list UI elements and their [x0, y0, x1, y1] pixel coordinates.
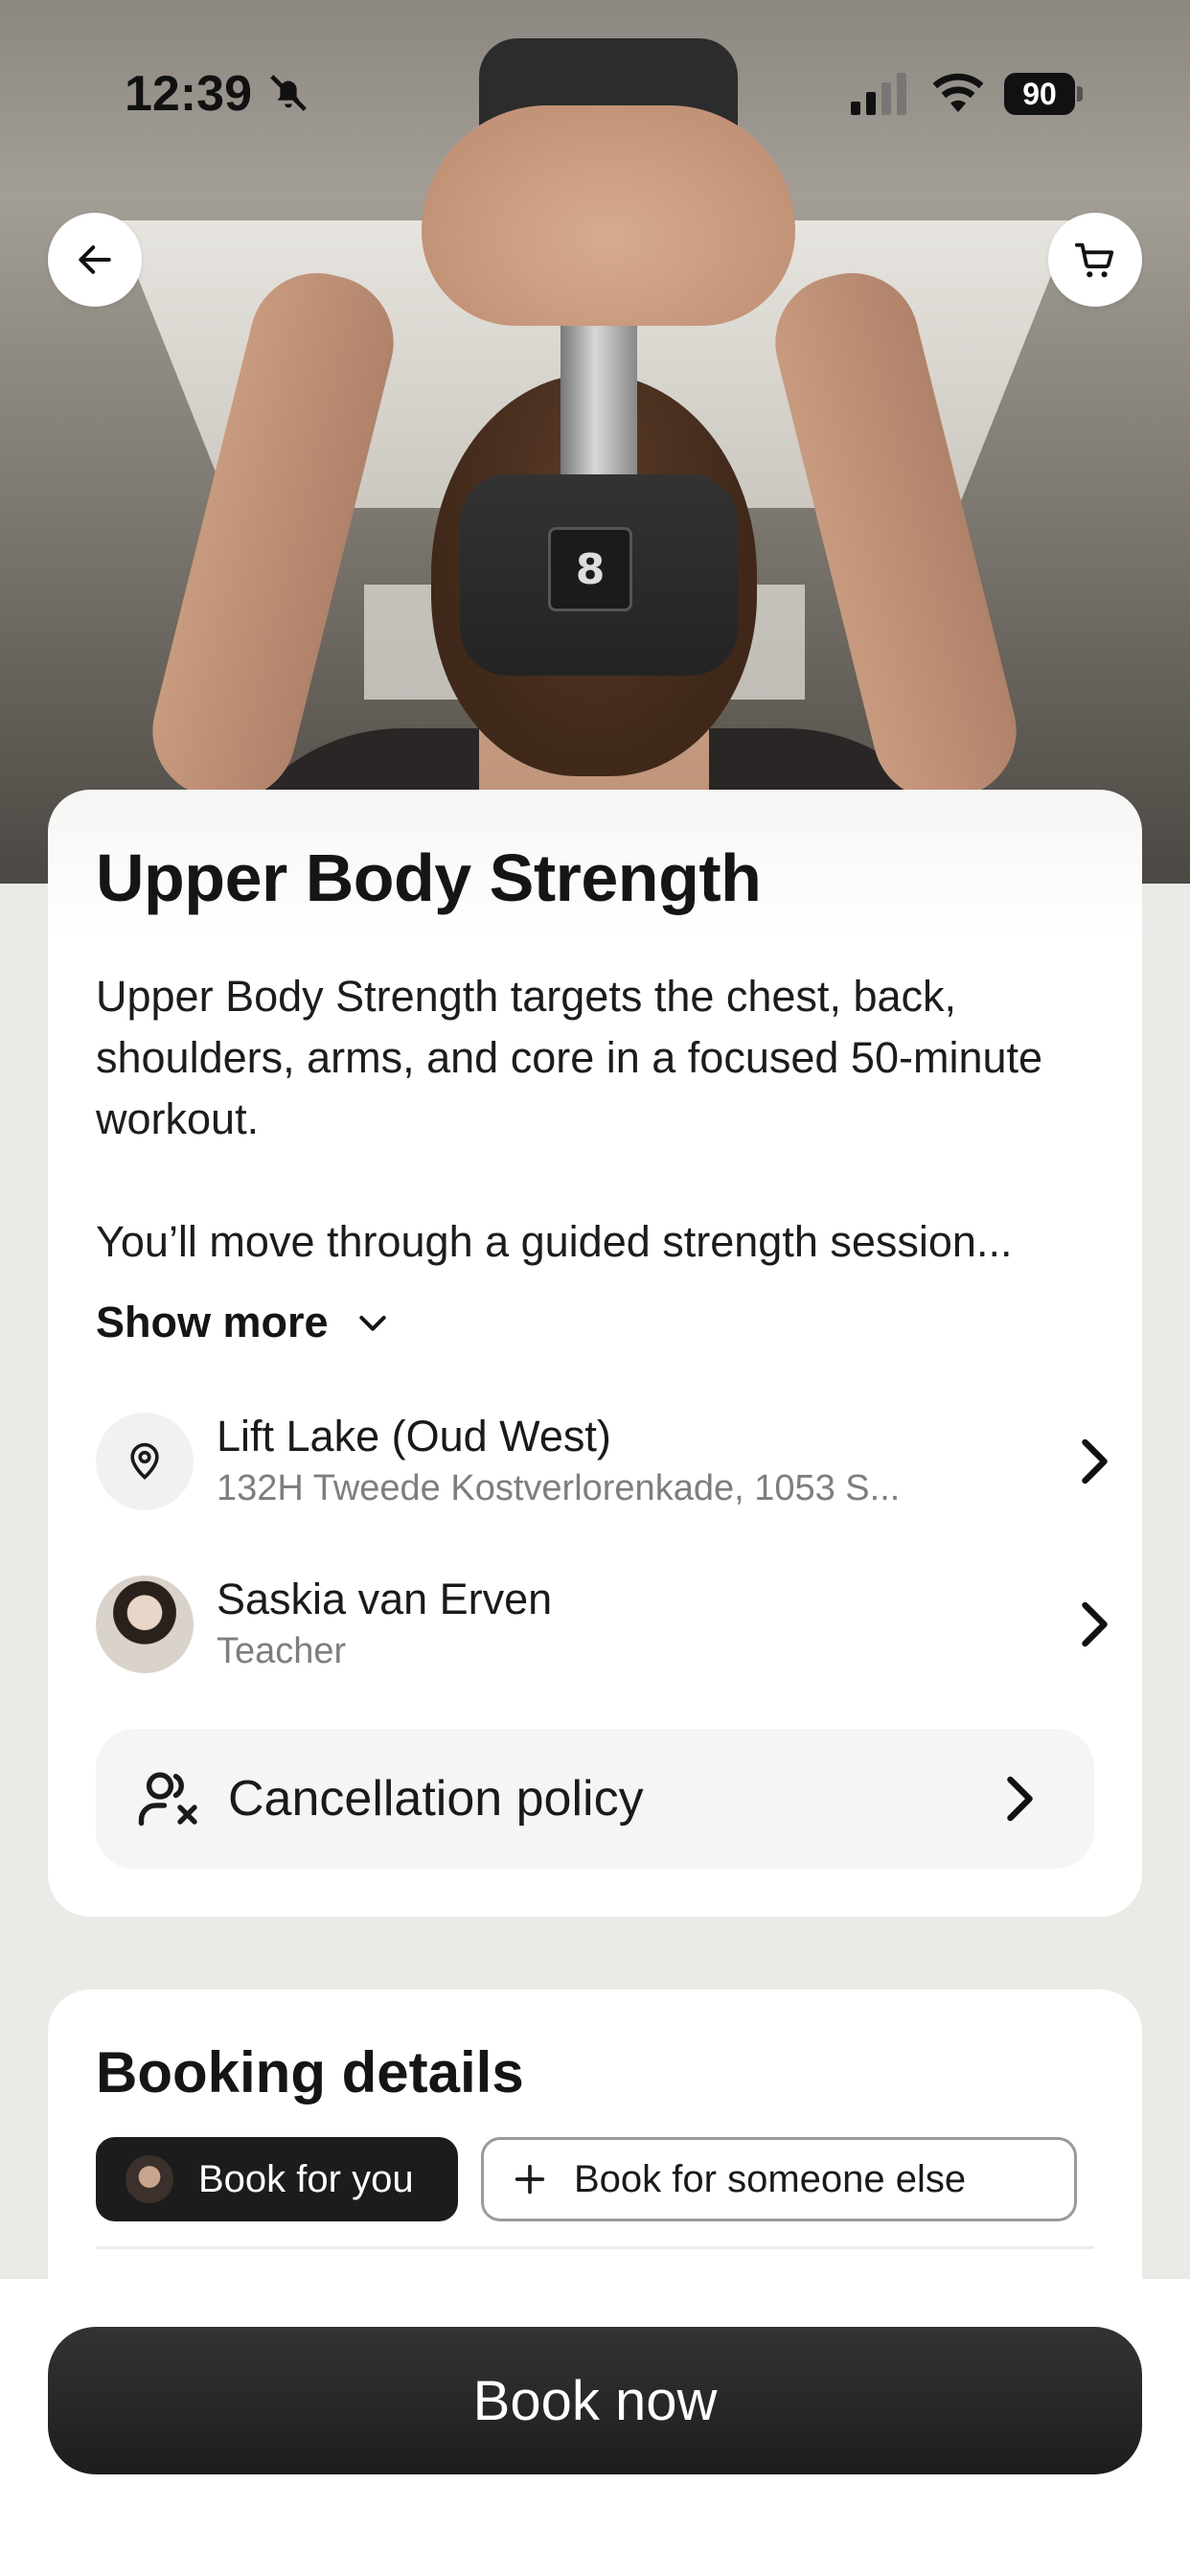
- bell-muted-icon: [270, 75, 307, 111]
- cart-icon: [1074, 242, 1114, 278]
- teacher-avatar: [96, 1576, 194, 1673]
- chevron-down-icon: [358, 1316, 386, 1331]
- plus-icon: [515, 2164, 545, 2195]
- battery-indicator: 90: [1004, 73, 1075, 115]
- location-address: 132H Tweede Kostverlorenkade, 1053 S...: [217, 1468, 901, 1508]
- location-name: Lift Lake (Oud West): [217, 1412, 611, 1460]
- class-details-card: Upper Body Strength Upper Body Strength …: [48, 790, 1142, 1917]
- wifi-icon: [932, 73, 984, 112]
- cancellation-policy-button[interactable]: Cancellation policy: [96, 1729, 1094, 1869]
- status-bar: 12:39 90: [0, 0, 1190, 192]
- back-button[interactable]: [48, 213, 142, 307]
- book-for-someone-else-chip[interactable]: Book for someone else: [481, 2137, 1077, 2221]
- booking-details-title: Booking details: [96, 2040, 524, 2104]
- show-more-button[interactable]: Show more: [96, 1298, 392, 1347]
- teacher-name: Saskia van Erven: [217, 1575, 553, 1623]
- book-for-you-label: Book for you: [198, 2157, 414, 2200]
- class-title: Upper Body Strength: [96, 840, 762, 915]
- bottom-action-bar: Book now: [0, 2279, 1190, 2576]
- status-time: 12:39: [125, 66, 252, 122]
- chevron-right-icon: [1082, 1601, 1108, 1647]
- location-row[interactable]: Lift Lake (Oud West) 132H Tweede Kostver…: [96, 1409, 1131, 1514]
- book-for-someone-else-label: Book for someone else: [574, 2157, 967, 2200]
- chevron-right-icon: [1007, 1776, 1033, 1822]
- location-icon-wrapper: [96, 1413, 194, 1510]
- teacher-role: Teacher: [217, 1631, 347, 1671]
- class-description: Upper Body Strength targets the chest, b…: [96, 972, 1043, 1143]
- cellular-signal-icon: [851, 73, 906, 115]
- user-x-icon: [138, 1772, 197, 1827]
- cart-button[interactable]: [1048, 213, 1142, 307]
- book-now-button[interactable]: Book now: [48, 2327, 1142, 2474]
- dumbbell-weight-label: 8: [548, 527, 632, 611]
- chevron-right-icon: [1082, 1438, 1108, 1484]
- book-for-you-chip[interactable]: Book for you: [96, 2137, 458, 2221]
- user-avatar: [126, 2155, 173, 2203]
- show-more-label: Show more: [96, 1298, 329, 1346]
- arrow-left-icon: [79, 245, 111, 274]
- divider: [96, 2246, 1094, 2249]
- class-description-more: You’ll move through a guided strength se…: [96, 1217, 1013, 1266]
- cancellation-policy-label: Cancellation policy: [228, 1771, 644, 1827]
- battery-tip: [1077, 86, 1083, 102]
- teacher-row[interactable]: Saskia van Erven Teacher: [96, 1572, 1131, 1677]
- map-pin-icon: [130, 1442, 159, 1480]
